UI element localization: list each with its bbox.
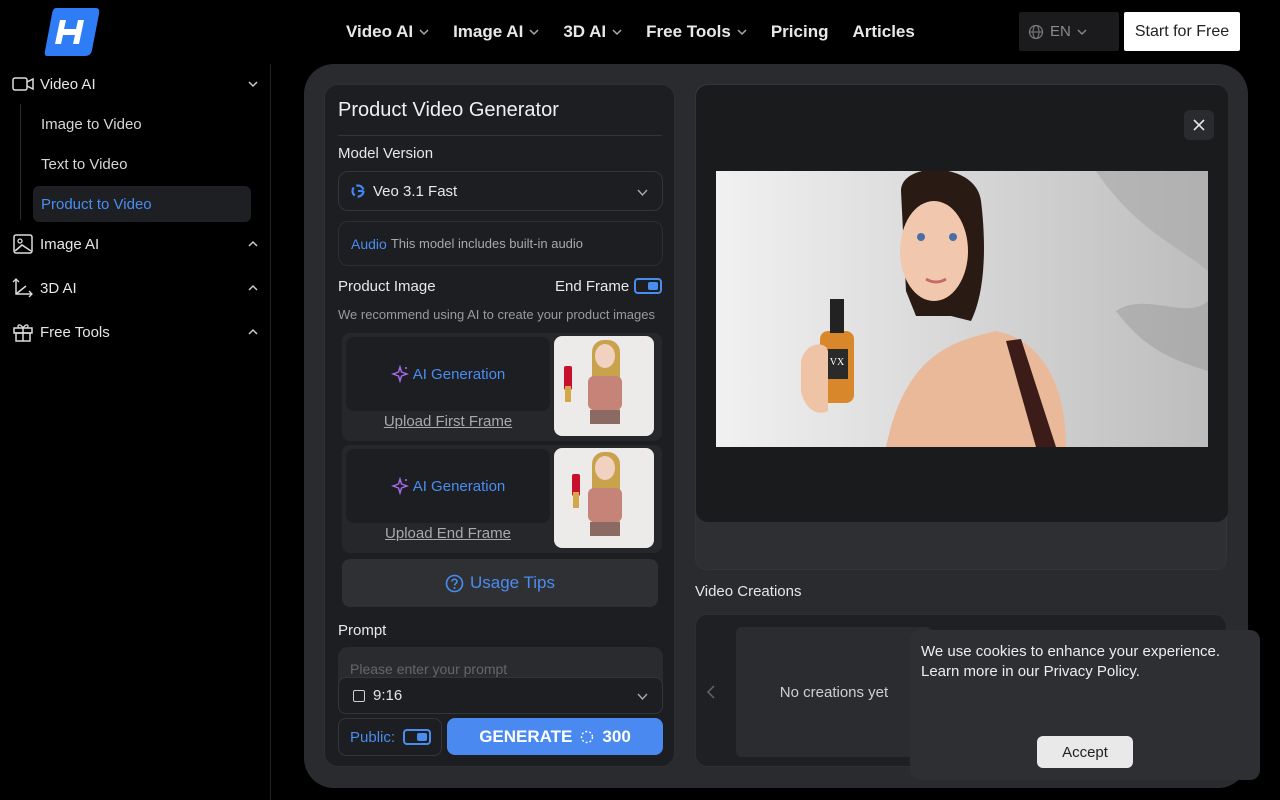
audio-label: Audio <box>351 235 387 252</box>
recommend-text: We recommend using AI to create your pro… <box>338 307 655 322</box>
prompt-label: Prompt <box>338 622 387 639</box>
top-nav: Video AI Image AI 3D AI Free Tools Prici… <box>346 20 915 44</box>
sidebar-group-image-ai[interactable]: Image AI <box>12 230 262 258</box>
aspect-ratio-icon <box>353 689 365 702</box>
sidebar-group-free-tools[interactable]: Free Tools <box>12 318 262 346</box>
language-selector[interactable]: EN <box>1019 12 1119 51</box>
google-logo-icon <box>351 184 365 198</box>
product-image-label: Product Image <box>338 278 436 295</box>
nav-image-ai[interactable]: Image AI <box>453 22 539 42</box>
magic-sparkle-icon <box>390 477 409 495</box>
credits-icon <box>581 730 594 743</box>
product-label-text: VX <box>830 357 845 368</box>
video-camera-icon <box>12 77 34 91</box>
chevron-down-icon <box>737 29 747 36</box>
form-divider <box>338 135 662 136</box>
nav-3d-ai[interactable]: 3D AI <box>563 22 622 42</box>
form-title: Product Video Generator <box>338 99 559 121</box>
chevron-down-icon <box>637 189 648 197</box>
prompt-placeholder: Please enter your prompt <box>350 661 508 677</box>
sidebar-item-product-to-video[interactable]: Product to Video <box>33 186 251 222</box>
sidebar-group-3d-ai[interactable]: 3D AI <box>12 274 262 302</box>
sidebar-item-image-to-video[interactable]: Image to Video <box>33 106 251 142</box>
sidebar-group-label: Image AI <box>40 235 100 253</box>
logo-icon[interactable] <box>44 6 100 58</box>
cookie-banner: We use cookies to enhance your experienc… <box>910 630 1260 780</box>
audio-description: This model includes built-in audio <box>390 236 584 251</box>
video-creations-title: Video Creations <box>695 583 802 600</box>
sidebar-divider <box>270 64 271 800</box>
end-frame-label: End Frame <box>555 278 630 295</box>
chevron-down-icon <box>419 29 429 36</box>
chevron-down-icon <box>529 29 539 36</box>
preview-panel: VX <box>695 84 1228 570</box>
chevron-down-icon <box>637 693 648 701</box>
image-icon <box>13 234 33 254</box>
ai-generation-button-end[interactable]: AI Generation <box>346 449 550 523</box>
preview-area: VX <box>696 85 1228 522</box>
model-version-select[interactable]: Veo 3.1 Fast <box>338 171 663 211</box>
sidebar-group-label: 3D AI <box>40 279 77 297</box>
chevron-down-icon <box>1077 29 1087 35</box>
upload-end-frame-link[interactable]: Upload End Frame <box>342 525 554 542</box>
sidebar-sub-divider <box>20 104 21 220</box>
first-frame-thumbnail <box>554 336 654 436</box>
nav-pricing[interactable]: Pricing <box>771 22 829 42</box>
end-frame-toggle[interactable] <box>634 278 662 294</box>
close-preview-button[interactable] <box>1184 110 1214 140</box>
accept-cookies-button[interactable]: Accept <box>1037 736 1133 768</box>
generator-form: Product Video Generator Model Version Ve… <box>324 84 675 767</box>
chevron-left-icon[interactable] <box>706 685 716 699</box>
generate-button[interactable]: GENERATE 300 <box>447 718 663 755</box>
language-label: EN <box>1050 23 1071 40</box>
gift-icon <box>13 324 33 342</box>
end-frame-box: AI Generation Upload End Frame <box>342 445 662 553</box>
help-circle-icon <box>445 574 464 592</box>
upload-first-frame-link[interactable]: Upload First Frame <box>342 413 554 430</box>
model-version-label: Model Version <box>338 145 434 162</box>
aspect-ratio-select[interactable]: 9:16 <box>338 677 663 714</box>
start-for-free-button[interactable]: Start for Free <box>1124 12 1240 51</box>
usage-tips-button[interactable]: Usage Tips <box>342 559 658 607</box>
chevron-up-icon <box>248 284 258 291</box>
preview-image: VX <box>716 171 1208 447</box>
model-version-value: Veo 3.1 Fast <box>373 182 458 200</box>
cookie-text: We use cookies to enhance your experienc… <box>921 643 1221 680</box>
public-label: Public: <box>350 728 396 746</box>
sidebar-group-label: Free Tools <box>40 323 110 341</box>
magic-sparkle-icon <box>390 365 409 383</box>
empty-creations-card: No creations yet <box>736 627 932 757</box>
public-toggle-box[interactable]: Public: <box>338 718 442 756</box>
sidebar-group-label: Video AI <box>40 75 96 93</box>
close-icon <box>1193 119 1205 131</box>
audio-info: Audio This model includes built-in audio <box>338 221 663 266</box>
end-frame-thumbnail <box>554 448 654 548</box>
credits-value: 300 <box>602 726 631 746</box>
3d-axis-icon <box>12 278 33 298</box>
nav-video-ai[interactable]: Video AI <box>346 22 429 42</box>
nav-free-tools[interactable]: Free Tools <box>646 22 747 42</box>
public-toggle[interactable] <box>403 729 432 745</box>
chevron-down-icon <box>248 81 258 88</box>
sidebar-item-text-to-video[interactable]: Text to Video <box>33 146 251 182</box>
aspect-ratio-value: 9:16 <box>373 687 403 704</box>
chevron-down-icon <box>612 29 622 36</box>
ai-generation-button-first[interactable]: AI Generation <box>346 337 550 411</box>
nav-articles[interactable]: Articles <box>852 22 914 42</box>
sidebar-group-video-ai[interactable]: Video AI <box>12 70 262 98</box>
chevron-up-icon <box>248 240 258 247</box>
globe-icon <box>1028 24 1044 39</box>
chevron-up-icon <box>248 328 258 335</box>
first-frame-box: AI Generation Upload First Frame <box>342 333 662 441</box>
